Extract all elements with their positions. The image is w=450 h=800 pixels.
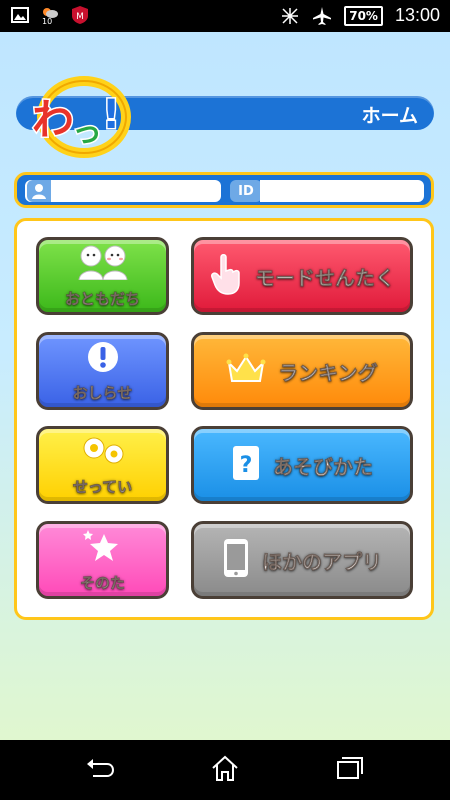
question-icon: ? (231, 444, 261, 486)
star-icon (80, 528, 126, 568)
gears-icon (74, 434, 132, 472)
weather-badge-text: 10 (42, 17, 53, 26)
ranking-button[interactable]: ランキング (191, 332, 413, 410)
status-bar: 10 M 70% 13:00 (0, 0, 450, 32)
two-people-icon (75, 244, 131, 284)
home-icon (210, 754, 240, 786)
crown-icon (226, 353, 266, 389)
svg-text:っ: っ (72, 115, 102, 150)
others-button[interactable]: そのた (36, 521, 169, 599)
ranking-label: ランキング (278, 360, 378, 385)
mode-select-label: モードせんたく (255, 265, 396, 290)
exclamation-icon (86, 340, 120, 378)
weather-icon: 10 (40, 5, 60, 26)
back-icon (85, 758, 115, 782)
notice-button[interactable]: おしらせ (36, 332, 169, 410)
notice-label: おしらせ (72, 383, 133, 402)
id-badge: ID (230, 180, 262, 202)
clock: 13:00 (394, 5, 440, 25)
svg-text:?: ? (240, 453, 253, 478)
how-to-play-label: あそびかた (273, 454, 374, 479)
page-title: ホーム (361, 105, 418, 127)
recent-apps-button[interactable] (330, 754, 370, 786)
back-button[interactable] (80, 754, 120, 786)
mode-select-button[interactable]: モードせんたく (191, 237, 413, 315)
svg-text:わ: わ (32, 95, 74, 144)
friends-label: おともだち (64, 289, 141, 308)
home-button[interactable] (205, 754, 245, 786)
pointing-hand-icon (209, 253, 243, 299)
image-notification-icon (10, 5, 30, 25)
settings-button[interactable]: せってい (36, 426, 169, 504)
no-signal-icon (280, 6, 300, 26)
other-apps-button[interactable]: ほかのアプリ (191, 521, 413, 599)
recent-apps-icon (336, 756, 364, 784)
svg-text:!: ! (102, 92, 120, 138)
app-logo: わ っ ! (26, 72, 136, 162)
user-id-bar: ID (14, 172, 434, 208)
user-avatar-icon (27, 180, 51, 202)
svg-text:M: M (76, 12, 84, 22)
id-label: ID (238, 183, 254, 199)
how-to-play-button[interactable]: ? あそびかた (191, 426, 413, 504)
phone-icon (222, 537, 250, 583)
settings-label: せってい (72, 477, 133, 496)
friends-button[interactable]: おともだち (36, 237, 169, 315)
other-apps-label: ほかのアプリ (262, 549, 383, 574)
menu-panel: おともだち モードせんたく おしらせ ランキング せってい ? あそびかた その… (14, 218, 434, 620)
airplane-mode-icon (312, 6, 332, 26)
user-name-field[interactable] (25, 180, 221, 202)
app-screen: ホーム わ っ ! ID おともだち モードせんたく おしらせ ランキング せっ… (0, 32, 450, 740)
user-id-field[interactable] (260, 180, 424, 202)
navigation-bar (0, 740, 450, 800)
security-app-icon: M (70, 5, 90, 25)
others-label: そのた (79, 573, 126, 592)
battery-indicator: 70% (344, 5, 383, 26)
